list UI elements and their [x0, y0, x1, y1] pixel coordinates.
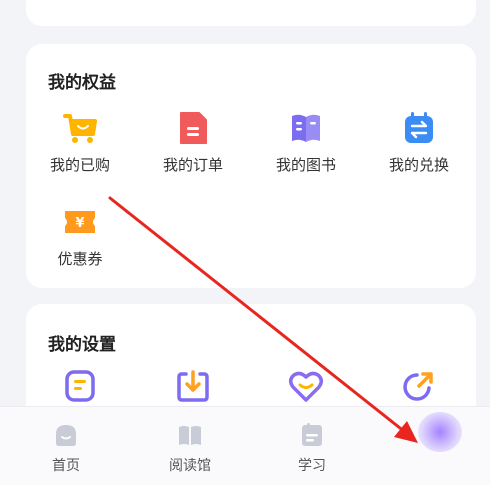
heart-icon	[289, 371, 323, 402]
benefit-label: 我的图书	[275, 156, 336, 174]
benefits-title: 我的权益	[48, 73, 116, 93]
order-document-icon	[180, 112, 207, 144]
shopping-cart-icon	[63, 114, 97, 143]
setting-favorites[interactable]	[256, 366, 356, 406]
share-icon	[403, 372, 433, 401]
top-card	[26, 0, 476, 26]
book-icon	[292, 114, 320, 142]
tab-profile-glow	[418, 412, 462, 452]
setting-share[interactable]	[369, 366, 469, 406]
notes-icon	[65, 370, 95, 402]
benefit-label: 我的已购	[49, 156, 110, 174]
benefit-label: 我的兑换	[388, 156, 449, 174]
benefit-books[interactable]: 我的图书	[256, 108, 356, 175]
setting-notes[interactable]	[30, 366, 130, 406]
benefit-purchased[interactable]: 我的已购	[30, 108, 130, 175]
tab-home[interactable]: 首页	[26, 421, 106, 475]
setting-downloads[interactable]	[143, 366, 243, 406]
svg-text:¥: ¥	[75, 216, 84, 231]
tab-reading-hall[interactable]: 阅读馆	[150, 421, 230, 475]
benefit-orders[interactable]: 我的订单	[143, 108, 243, 175]
benefit-redeem[interactable]: 我的兑换	[369, 108, 469, 175]
download-icon	[177, 370, 209, 402]
exchange-icon	[405, 112, 433, 143]
settings-title: 我的设置	[48, 335, 116, 355]
benefits-card: 我的权益 我的已购 我的订单 我的图书 我的兑换 ¥ 优惠券	[26, 44, 476, 288]
benefit-coupons[interactable]: ¥ 优惠券	[30, 202, 130, 269]
tab-label: 阅读馆	[169, 458, 211, 474]
benefit-label: 优惠券	[57, 250, 103, 268]
tab-label: 首页	[52, 458, 80, 474]
reading-hall-icon	[179, 426, 201, 445]
benefit-label: 我的订单	[162, 156, 223, 174]
coupon-icon: ¥	[65, 211, 95, 233]
tab-bar-fade-overlay	[322, 410, 490, 485]
home-icon	[56, 425, 76, 446]
